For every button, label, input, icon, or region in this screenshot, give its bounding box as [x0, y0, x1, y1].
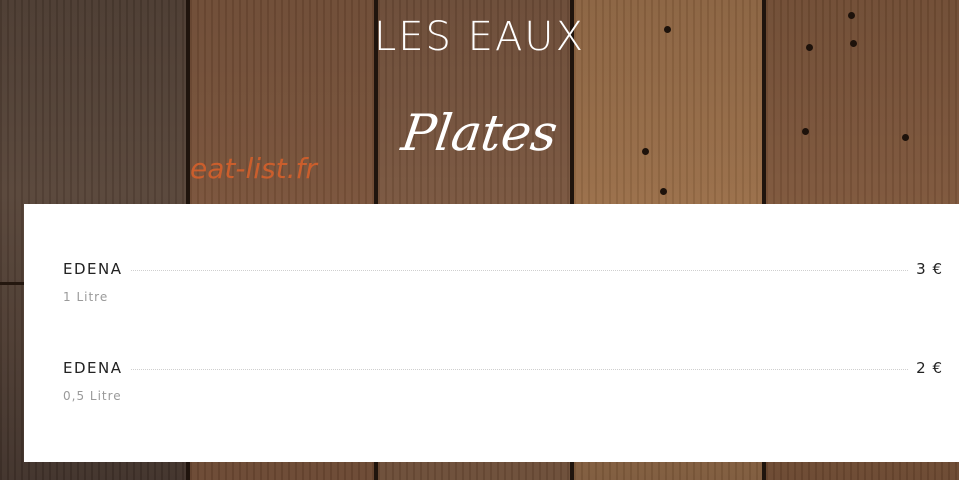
menu-item: EDENA 3 € 1 Litre [63, 260, 943, 304]
dotted-leader [130, 369, 909, 370]
section-title: LES EAUX [374, 14, 585, 60]
dotted-leader [130, 270, 909, 271]
menu-item: EDENA 2 € 0,5 Litre [63, 359, 943, 403]
menu-item-row: EDENA 3 € [63, 260, 943, 278]
menu-item-row: EDENA 2 € [63, 359, 943, 377]
menu-item-name: EDENA [63, 359, 123, 377]
category-title: Plates [398, 104, 561, 162]
menu-item-description: 1 Litre [63, 290, 109, 304]
menu-card: EDENA 3 € 1 Litre EDENA 2 € 0,5 Litre [24, 204, 959, 462]
menu-item-price: 2 € [916, 359, 943, 377]
menu-item-description: 0,5 Litre [63, 389, 122, 403]
menu-item-price: 3 € [916, 260, 943, 278]
watermark-text: eat-list.fr [190, 152, 317, 185]
menu-item-name: EDENA [63, 260, 123, 278]
wood-knot [660, 188, 667, 195]
